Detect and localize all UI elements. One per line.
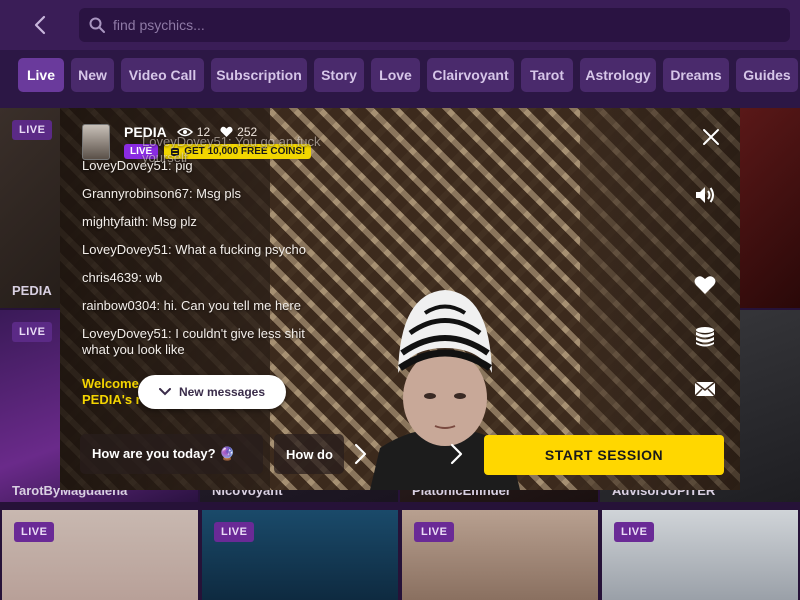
tile-thumbnail [740, 108, 800, 308]
search-input[interactable] [113, 17, 753, 33]
psychic-tile[interactable] [740, 108, 800, 308]
tab-clairvoyant[interactable]: Clairvoyant [427, 58, 514, 92]
tab-video-call[interactable]: Video Call [121, 58, 204, 92]
tab-subscription[interactable]: Subscription [211, 58, 307, 92]
chat-feed: LoveyDovey51: You go an fuck yourself Lo… [82, 134, 342, 370]
chat-message: rainbow0304: hi. Can you tell me here [82, 298, 301, 313]
tab-love[interactable]: Love [371, 58, 420, 92]
heart-icon [694, 276, 716, 294]
new-messages-button[interactable]: New messages [138, 375, 286, 409]
top-bar [0, 0, 800, 50]
chevron-right-icon[interactable] [444, 442, 468, 466]
tab-story[interactable]: Story [314, 58, 364, 92]
chat-message: LoveyDovey51: What a fucking psycho [82, 242, 307, 257]
welcome-message: Welcome PEDIA's r [82, 376, 141, 408]
message-button[interactable] [692, 376, 718, 402]
chat-message: mightyfaith: Msg plz [82, 214, 197, 229]
back-button[interactable] [26, 12, 54, 38]
chevron-down-icon [158, 388, 171, 396]
live-badge: LIVE [12, 322, 53, 342]
tab-guides[interactable]: Guides [736, 58, 798, 92]
tab-astrology[interactable]: Astrology [580, 58, 656, 92]
tile-name: PEDIA [12, 283, 52, 298]
chat-message: Grannyrobinson67: Msg pls [82, 186, 241, 201]
like-button[interactable] [692, 272, 718, 298]
live-badge: LIVE [12, 120, 53, 140]
volume-icon [696, 187, 714, 203]
volume-button[interactable] [692, 182, 718, 208]
tab-tarot[interactable]: Tarot [521, 58, 573, 92]
envelope-icon [694, 381, 716, 397]
live-badge: LIVE [14, 522, 55, 542]
close-icon[interactable] [700, 126, 722, 148]
search-bar [79, 8, 790, 42]
start-session-button[interactable]: START SESSION [484, 435, 724, 475]
live-badge: LIVE [214, 522, 255, 542]
coins-stack-icon [696, 327, 714, 347]
psychic-tile[interactable]: LIVE [2, 510, 198, 600]
chevron-left-icon [34, 15, 46, 35]
chat-message: chris4639: wb [82, 270, 163, 285]
live-badge: LIVE [614, 522, 655, 542]
chat-message: LoveyDovey51: I couldn't give less shit … [82, 326, 305, 357]
psychic-tile[interactable]: LIVE [402, 510, 598, 600]
search-icon [89, 17, 105, 33]
new-messages-label: New messages [178, 385, 266, 399]
tab-new[interactable]: New [71, 58, 114, 92]
quick-reply-button[interactable]: How do [274, 434, 344, 474]
welcome-line: Welcome [82, 376, 139, 391]
chevron-right-icon[interactable] [348, 442, 372, 466]
avatar[interactable] [82, 124, 110, 160]
welcome-line: PEDIA's r [82, 392, 141, 407]
chat-message: LoveyDovey51: You go an fuck yourself [142, 134, 321, 165]
category-tabs: Live New Video Call Subscription Story L… [0, 50, 800, 108]
coins-button[interactable] [692, 324, 718, 350]
psychic-tile[interactable]: LIVE [602, 510, 798, 600]
stream-background-right [580, 108, 740, 490]
live-badge: LIVE [414, 522, 455, 542]
live-stream-player[interactable]: PEDIA 12 252 LIVE GET 10,000 FREE COINS! [60, 108, 740, 490]
quick-reply-button[interactable]: How are you today? 🔮 [80, 434, 263, 474]
tab-dreams[interactable]: Dreams [663, 58, 729, 92]
psychic-tile[interactable]: LIVE [202, 510, 398, 600]
tab-live[interactable]: Live [18, 58, 64, 92]
